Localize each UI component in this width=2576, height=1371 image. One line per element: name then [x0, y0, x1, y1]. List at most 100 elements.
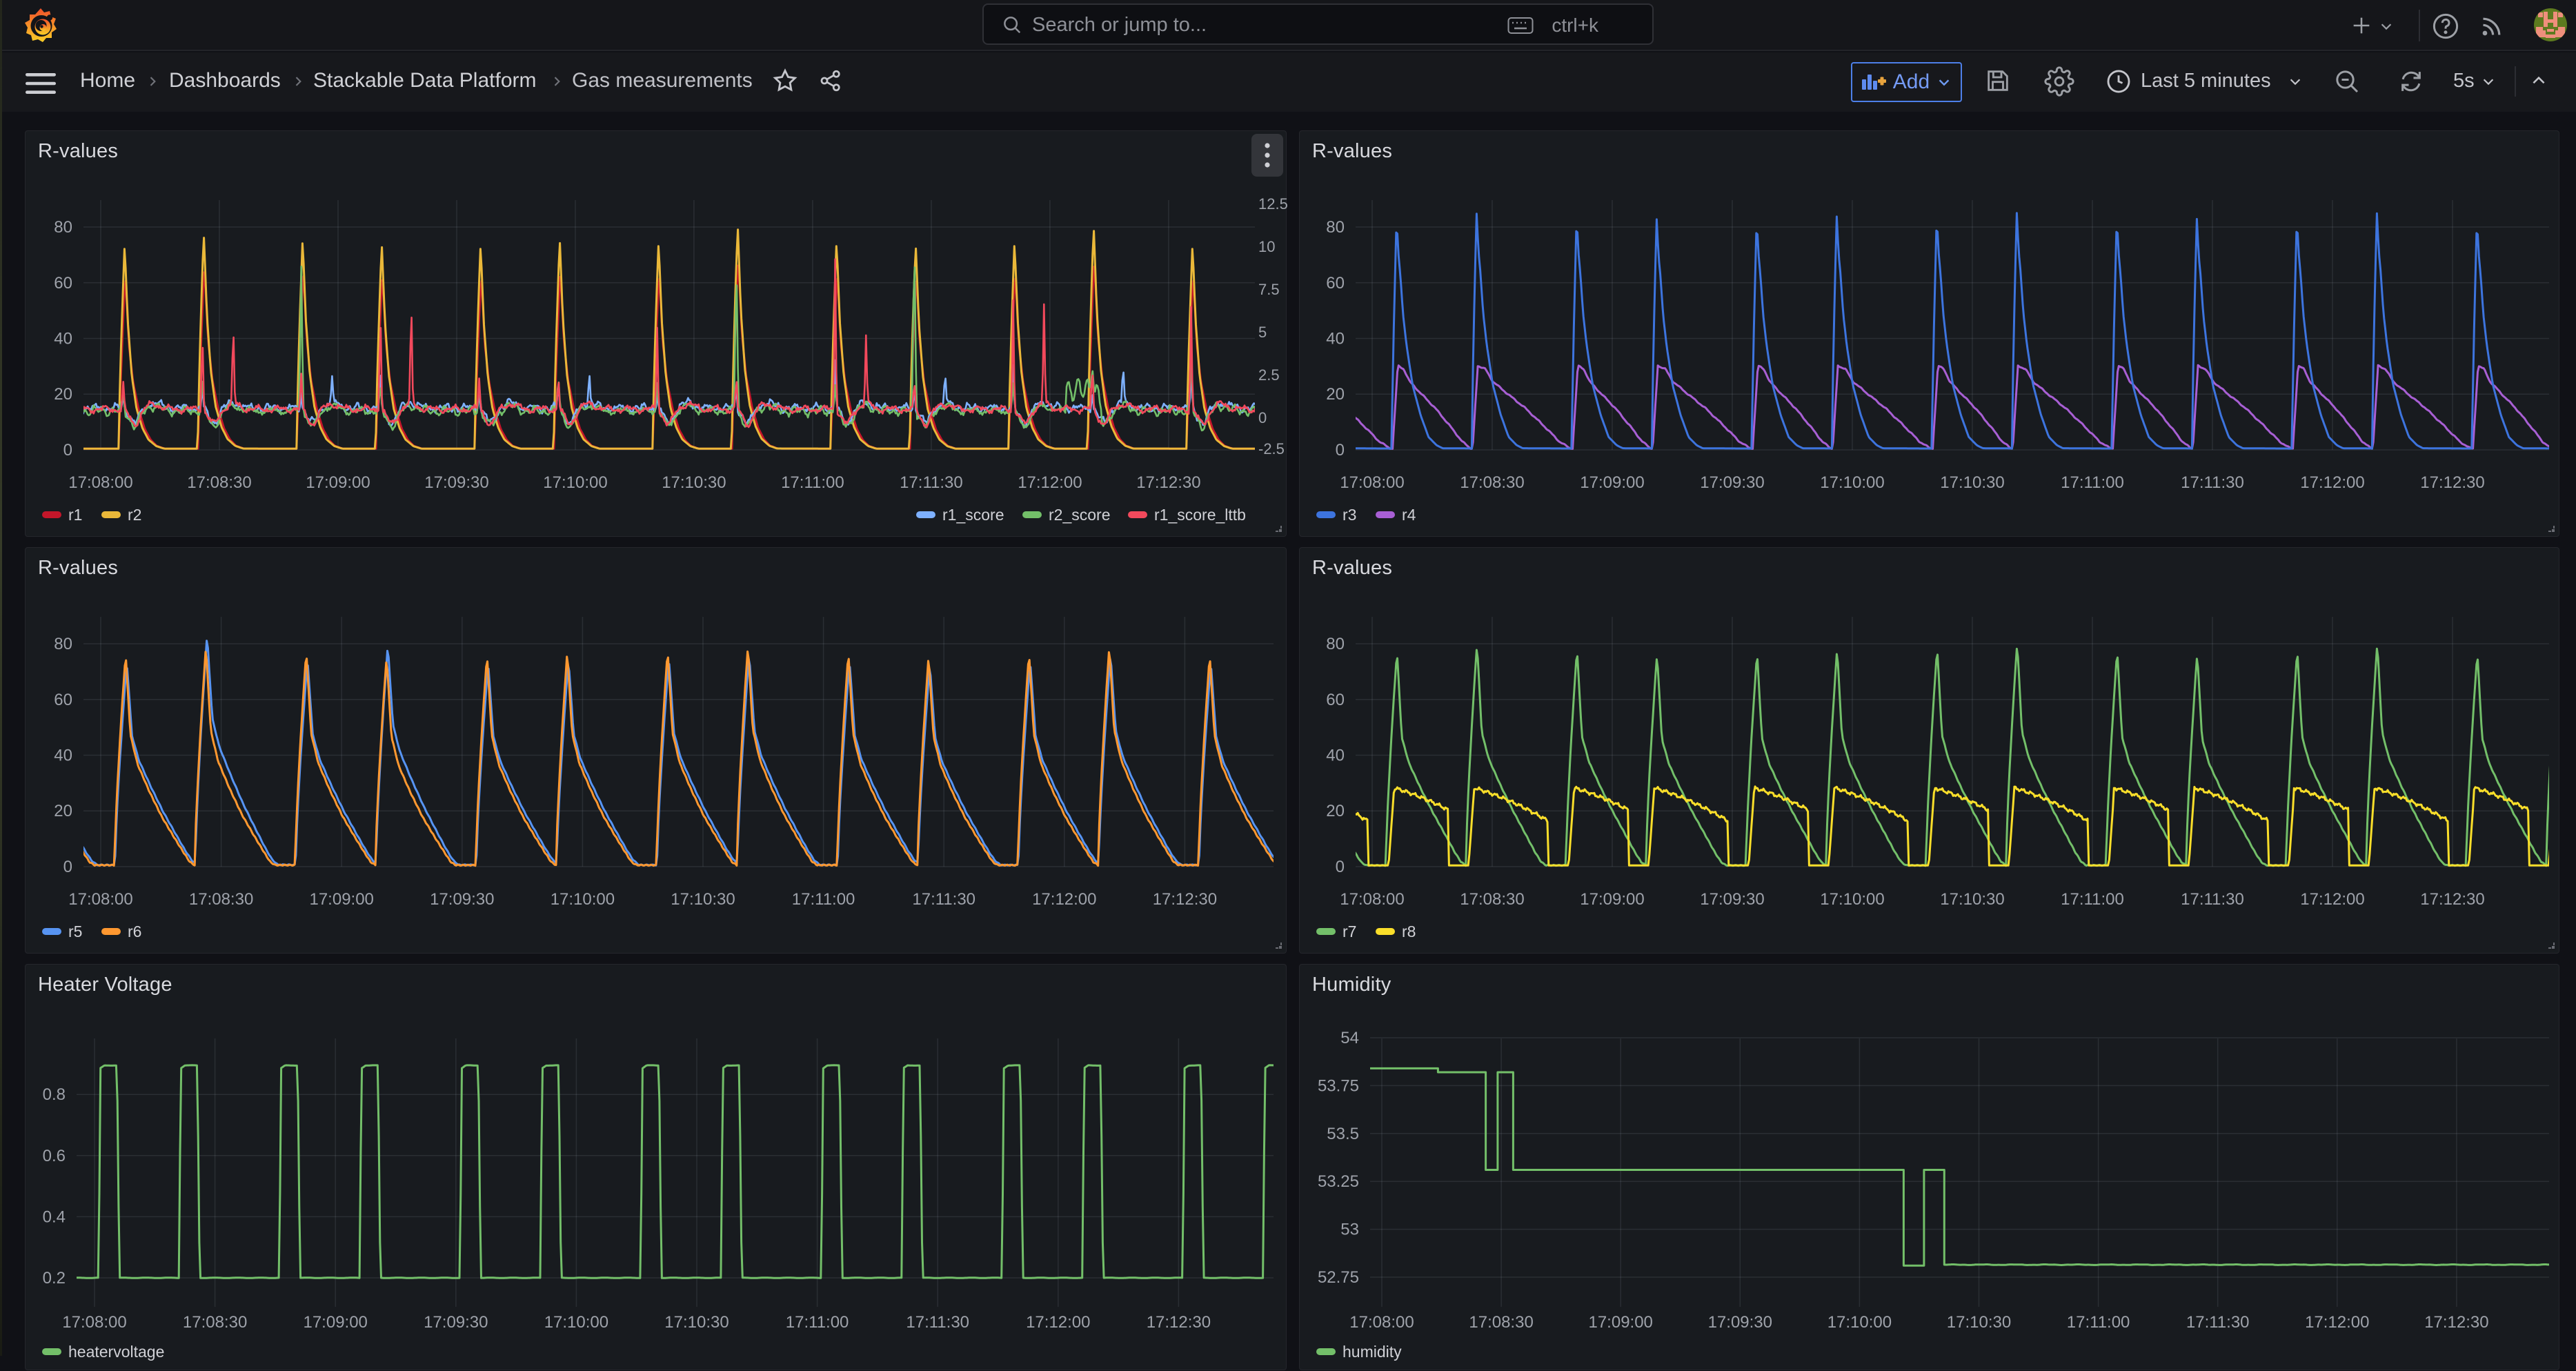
svg-text:17:10:00: 17:10:00 — [543, 473, 607, 492]
svg-text:80: 80 — [54, 218, 72, 237]
svg-text:17:10:00: 17:10:00 — [544, 1313, 608, 1332]
svg-text:53: 53 — [1340, 1221, 1359, 1239]
svg-text:12.5: 12.5 — [1258, 195, 1287, 213]
svg-text:17:09:00: 17:09:00 — [306, 473, 370, 492]
svg-text:60: 60 — [1326, 691, 1345, 709]
svg-text:r3: r3 — [1343, 506, 1356, 524]
svg-text:17:08:00: 17:08:00 — [62, 1313, 126, 1332]
svg-text:17:11:30: 17:11:30 — [906, 1313, 969, 1332]
svg-text:17:11:00: 17:11:00 — [2061, 890, 2124, 909]
svg-text:17:12:00: 17:12:00 — [2300, 890, 2364, 909]
svg-text:17:12:30: 17:12:30 — [1147, 1313, 1211, 1332]
svg-text:17:08:30: 17:08:30 — [1460, 473, 1524, 492]
svg-text:17:11:00: 17:11:00 — [786, 1313, 849, 1332]
svg-text:r4: r4 — [1402, 506, 1416, 524]
svg-text:17:10:00: 17:10:00 — [551, 890, 615, 909]
svg-text:0.4: 0.4 — [43, 1207, 66, 1226]
svg-text:17:08:00: 17:08:00 — [1340, 890, 1404, 909]
svg-text:17:08:00: 17:08:00 — [68, 890, 132, 909]
svg-text:17:09:30: 17:09:30 — [1708, 1313, 1772, 1332]
svg-text:17:08:30: 17:08:30 — [189, 890, 253, 909]
svg-text:17:10:30: 17:10:30 — [1940, 473, 2004, 492]
svg-text:0.6: 0.6 — [43, 1147, 66, 1165]
svg-text:80: 80 — [1326, 635, 1345, 653]
svg-text:r2_score: r2_score — [1049, 506, 1110, 524]
svg-text:40: 40 — [1326, 330, 1345, 348]
svg-text:17:08:30: 17:08:30 — [183, 1313, 247, 1332]
svg-text:17:12:30: 17:12:30 — [1136, 473, 1200, 492]
svg-text:60: 60 — [54, 691, 72, 709]
svg-text:17:12:00: 17:12:00 — [1018, 473, 1082, 492]
svg-text:2.5: 2.5 — [1258, 366, 1280, 384]
svg-text:17:11:00: 17:11:00 — [781, 473, 844, 492]
svg-text:17:12:00: 17:12:00 — [2305, 1313, 2369, 1332]
svg-text:5: 5 — [1258, 324, 1267, 341]
svg-text:17:08:30: 17:08:30 — [187, 473, 251, 492]
svg-text:17:11:30: 17:11:30 — [2181, 473, 2244, 492]
svg-text:0: 0 — [1258, 409, 1267, 426]
svg-text:17:09:00: 17:09:00 — [1580, 473, 1644, 492]
svg-text:17:09:00: 17:09:00 — [303, 1313, 367, 1332]
svg-text:20: 20 — [54, 802, 72, 820]
svg-text:17:08:30: 17:08:30 — [1460, 890, 1524, 909]
svg-text:17:09:30: 17:09:30 — [430, 890, 494, 909]
svg-text:52.75: 52.75 — [1318, 1268, 1359, 1287]
svg-text:-2.5: -2.5 — [1258, 440, 1285, 457]
svg-text:80: 80 — [1326, 218, 1345, 237]
svg-text:0: 0 — [1336, 441, 1345, 460]
svg-text:0: 0 — [63, 441, 72, 460]
svg-text:53.25: 53.25 — [1318, 1172, 1359, 1191]
svg-text:17:09:30: 17:09:30 — [424, 1313, 488, 1332]
svg-text:r1_score: r1_score — [942, 506, 1004, 524]
svg-text:r2: r2 — [128, 506, 141, 524]
svg-text:17:08:30: 17:08:30 — [1469, 1313, 1533, 1332]
svg-text:0: 0 — [1336, 858, 1345, 876]
svg-text:7.5: 7.5 — [1258, 281, 1280, 298]
svg-text:r1_score_lttb: r1_score_lttb — [1154, 506, 1246, 524]
svg-text:17:10:00: 17:10:00 — [1820, 890, 1884, 909]
svg-text:17:12:00: 17:12:00 — [1032, 890, 1096, 909]
svg-text:17:11:00: 17:11:00 — [2067, 1313, 2130, 1332]
svg-text:10: 10 — [1258, 238, 1275, 255]
svg-text:54: 54 — [1340, 1029, 1359, 1047]
svg-text:17:12:00: 17:12:00 — [2300, 473, 2364, 492]
svg-text:20: 20 — [1326, 802, 1345, 820]
svg-text:17:11:00: 17:11:00 — [792, 890, 855, 909]
svg-text:r7: r7 — [1343, 923, 1356, 940]
svg-text:17:10:00: 17:10:00 — [1820, 473, 1884, 492]
svg-text:17:11:30: 17:11:30 — [2181, 890, 2244, 909]
svg-text:17:09:30: 17:09:30 — [424, 473, 488, 492]
svg-text:17:08:00: 17:08:00 — [68, 473, 132, 492]
svg-text:17:09:00: 17:09:00 — [309, 890, 373, 909]
svg-text:0.2: 0.2 — [43, 1269, 66, 1288]
svg-text:40: 40 — [54, 330, 72, 348]
svg-text:53.5: 53.5 — [1327, 1125, 1359, 1143]
svg-text:17:12:30: 17:12:30 — [1153, 890, 1217, 909]
svg-text:17:10:30: 17:10:30 — [664, 1313, 729, 1332]
svg-text:17:09:00: 17:09:00 — [1580, 890, 1644, 909]
svg-text:17:09:30: 17:09:30 — [1700, 473, 1764, 492]
svg-text:0.8: 0.8 — [43, 1085, 66, 1104]
svg-text:17:12:00: 17:12:00 — [1026, 1313, 1090, 1332]
svg-text:40: 40 — [54, 747, 72, 765]
svg-text:17:12:30: 17:12:30 — [2420, 473, 2484, 492]
svg-text:60: 60 — [1326, 274, 1345, 293]
svg-text:17:08:00: 17:08:00 — [1349, 1313, 1414, 1332]
svg-text:17:11:30: 17:11:30 — [912, 890, 975, 909]
svg-text:17:10:30: 17:10:30 — [1940, 890, 2004, 909]
svg-text:r1: r1 — [68, 506, 82, 524]
svg-text:heatervoltage: heatervoltage — [68, 1343, 164, 1361]
svg-text:20: 20 — [1326, 385, 1345, 404]
svg-text:17:12:30: 17:12:30 — [2424, 1313, 2488, 1332]
svg-text:20: 20 — [54, 385, 72, 404]
svg-text:17:10:30: 17:10:30 — [1947, 1313, 2011, 1332]
svg-text:17:11:00: 17:11:00 — [2061, 473, 2124, 492]
svg-text:40: 40 — [1326, 747, 1345, 765]
svg-text:17:11:30: 17:11:30 — [900, 473, 963, 492]
svg-text:17:10:30: 17:10:30 — [662, 473, 726, 492]
svg-text:60: 60 — [54, 274, 72, 293]
svg-text:17:08:00: 17:08:00 — [1340, 473, 1404, 492]
svg-text:r8: r8 — [1402, 923, 1416, 940]
svg-text:17:09:30: 17:09:30 — [1700, 890, 1764, 909]
svg-text:17:09:00: 17:09:00 — [1588, 1313, 1652, 1332]
